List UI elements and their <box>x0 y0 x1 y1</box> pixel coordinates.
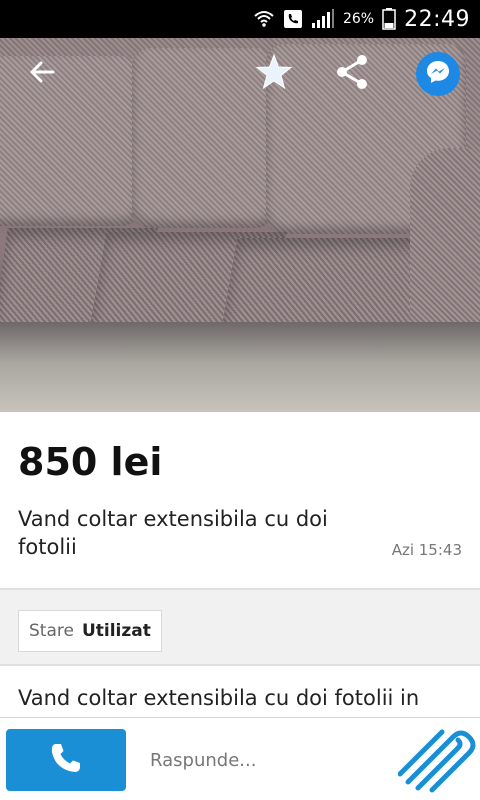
messenger-icon <box>425 59 451 89</box>
photo-floor <box>0 322 480 412</box>
call-button[interactable] <box>6 729 126 791</box>
listing-screen: 26% 22:49 850 lei Vand coltar extensibil… <box>0 0 480 800</box>
paperclip-icon <box>397 720 480 800</box>
messenger-button[interactable] <box>416 52 460 96</box>
signal-icon <box>311 9 335 29</box>
photo-toolbar <box>0 38 480 110</box>
wifi-icon <box>253 8 275 30</box>
condition-chip: Stare Utilizat <box>18 610 162 652</box>
status-bar: 26% 22:49 <box>0 0 480 38</box>
status-icons: 26% 22:49 <box>253 0 470 38</box>
phone-icon <box>283 9 303 29</box>
posted-time: Azi 15:43 <box>391 541 462 559</box>
condition-label: Stare <box>29 621 74 641</box>
share-icon <box>333 53 371 95</box>
reply-input[interactable]: Raspunde... <box>150 750 256 771</box>
phone-icon <box>49 741 83 779</box>
listing-title: Vand coltar extensibila cu doi fotolii <box>18 507 328 559</box>
clock: 22:49 <box>404 6 470 32</box>
listing-price: 850 lei <box>18 440 163 484</box>
share-button[interactable] <box>330 52 374 96</box>
attach-button[interactable] <box>397 720 480 800</box>
condition-value: Utilizat <box>81 621 151 641</box>
listing-description: Vand coltar extensibila cu doi fotolii i… <box>18 686 420 710</box>
battery-icon <box>382 8 396 30</box>
battery-percent: 26% <box>342 11 375 27</box>
back-arrow-icon <box>28 58 56 90</box>
back-button[interactable] <box>22 54 62 94</box>
favorite-button[interactable] <box>252 52 296 96</box>
contact-bar: Raspunde... <box>0 717 480 800</box>
attributes-section: Stare Utilizat <box>0 588 480 666</box>
star-icon <box>255 53 293 95</box>
